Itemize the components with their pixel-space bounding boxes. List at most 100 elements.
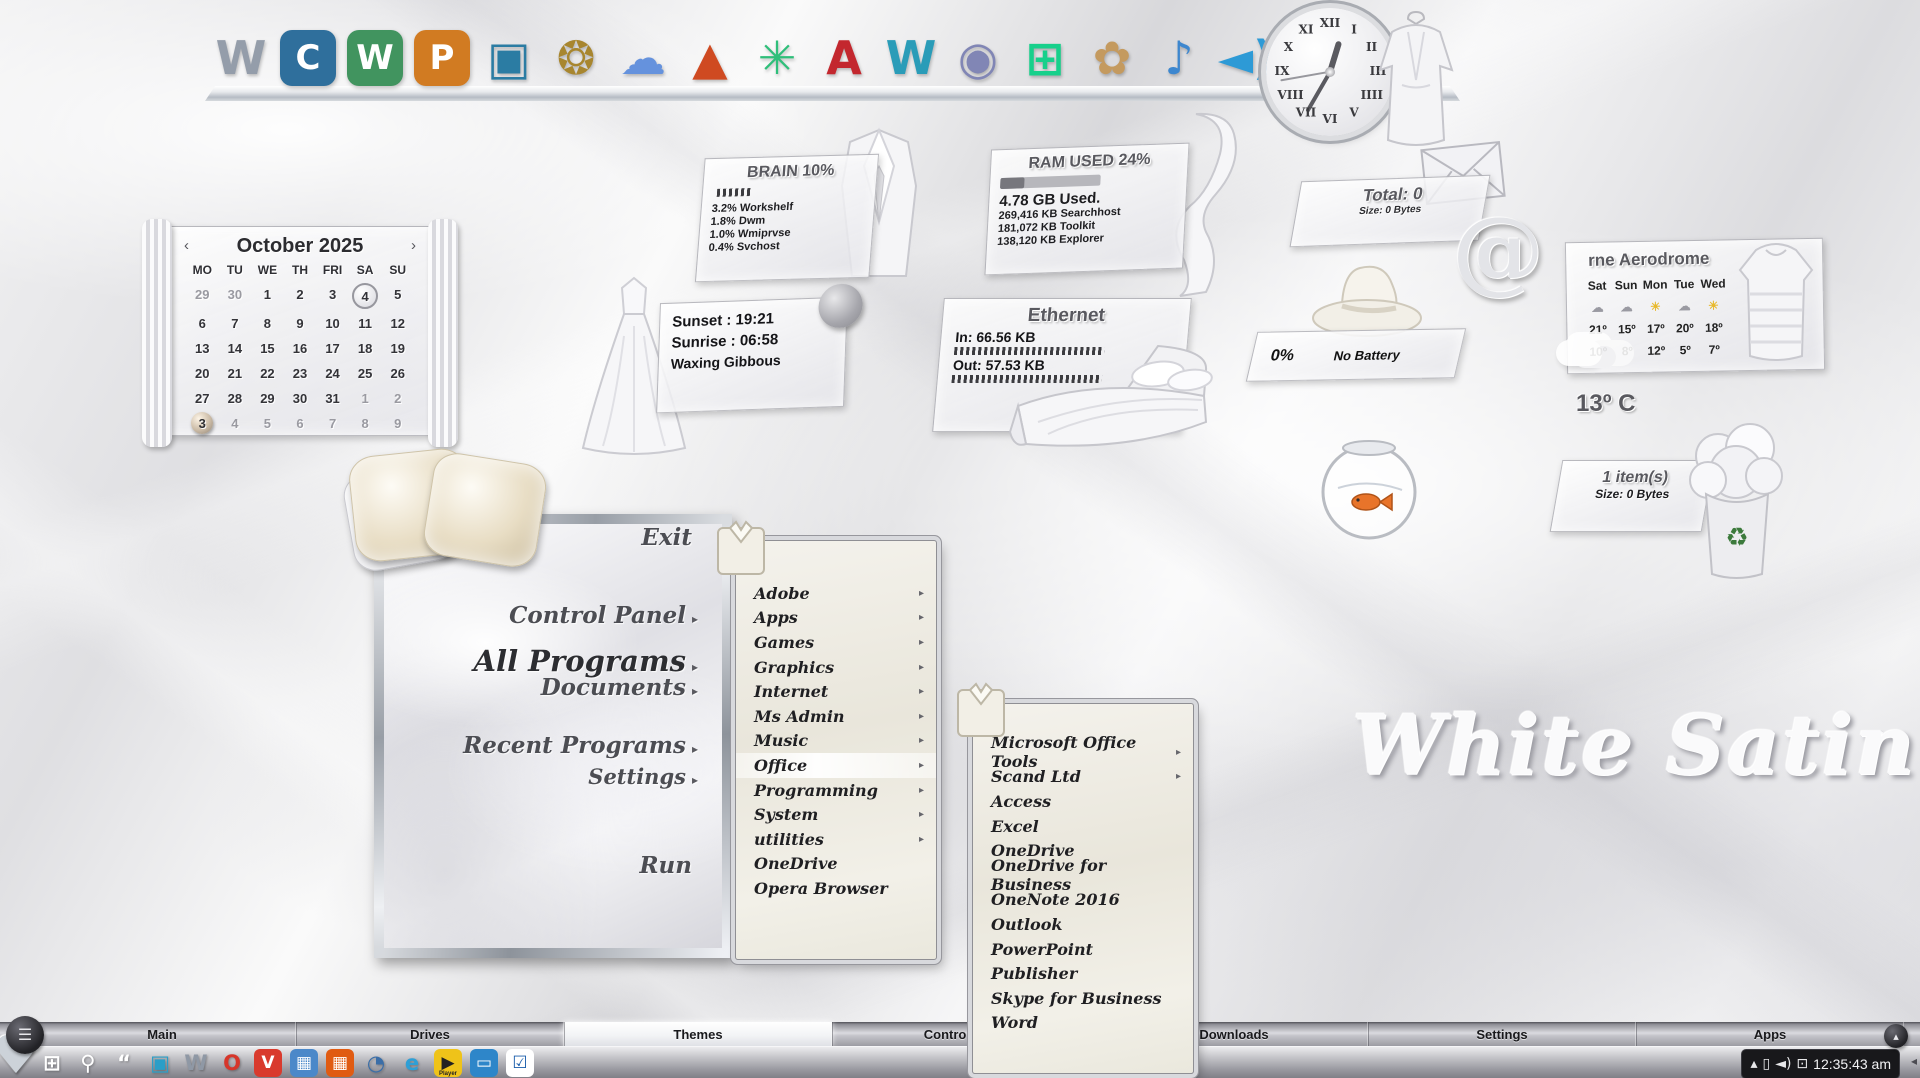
calendar-day[interactable]: 5 <box>381 283 414 305</box>
programs-menu-item[interactable]: Programming▸ <box>736 778 936 803</box>
desktop-tab[interactable]: Themes <box>564 1022 832 1046</box>
tray-icon[interactable]: ◄) <box>1775 1056 1791 1072</box>
start-menu-item[interactable]: Documents▸ <box>384 674 698 701</box>
calendar-day[interactable]: 16 <box>284 337 317 359</box>
taskbar-clock[interactable]: 12:35:43 am <box>1813 1056 1891 1072</box>
calendar-day[interactable]: 9 <box>381 412 414 434</box>
tab-menu-button[interactable]: ☰ <box>6 1016 44 1054</box>
dock-icon[interactable]: ✳ <box>749 30 805 86</box>
taskbar-icon[interactable]: “ <box>110 1049 138 1077</box>
programs-menu-item[interactable]: System▸ <box>736 802 936 827</box>
office-menu-item[interactable]: Excel <box>973 814 1193 839</box>
calendar-day[interactable]: 8 <box>349 412 382 434</box>
dock-icon[interactable]: ♪ <box>1151 30 1207 86</box>
tray-icon[interactable]: ⊡ <box>1796 1056 1808 1072</box>
dock-icon[interactable]: ☁ <box>615 30 671 86</box>
desktop-tab[interactable]: Drives <box>296 1022 564 1046</box>
office-menu-item[interactable]: Publisher <box>973 961 1193 986</box>
programs-menu-item[interactable]: Games▸ <box>736 630 936 655</box>
calendar-day[interactable]: 18 <box>349 337 382 359</box>
taskbar-icon[interactable]: ◔ <box>362 1049 390 1077</box>
calendar-day[interactable]: 17 <box>316 337 349 359</box>
dock-icon[interactable]: ⊞ <box>1017 30 1073 86</box>
calendar-day[interactable]: 2 <box>284 283 317 305</box>
dock-icon[interactable]: A <box>816 30 872 86</box>
calendar-day[interactable]: 6 <box>284 412 317 434</box>
calendar-day[interactable]: 23 <box>284 362 317 384</box>
tray-icon[interactable]: ▯ <box>1762 1056 1770 1072</box>
calendar-day[interactable]: 8 <box>251 312 284 334</box>
calendar-day[interactable]: 13 <box>186 337 219 359</box>
calendar-prev-icon[interactable]: ‹ <box>184 237 189 254</box>
calendar-day[interactable]: 24 <box>316 362 349 384</box>
tab-collapse-button[interactable]: ▴ <box>1884 1024 1908 1048</box>
tray-icon[interactable]: ▴ <box>1750 1056 1757 1072</box>
programs-menu-item[interactable]: Music▸ <box>736 729 936 754</box>
calendar-day[interactable]: 5 <box>251 412 284 434</box>
calendar-day[interactable]: 15 <box>251 337 284 359</box>
start-menu-item[interactable]: All Programs▸ <box>384 644 698 678</box>
programs-menu-item[interactable]: Office▸ <box>736 753 936 778</box>
calendar-day[interactable]: 4 <box>352 283 378 309</box>
dock-icon[interactable]: C <box>280 30 336 86</box>
programs-menu-item[interactable]: Apps▸ <box>736 606 936 631</box>
dock-icon[interactable]: ✿ <box>1084 30 1140 86</box>
desktop-tab[interactable]: Apps <box>1636 1022 1904 1046</box>
calendar-day[interactable]: 27 <box>186 387 219 409</box>
office-menu-item[interactable]: Outlook <box>973 912 1193 937</box>
calendar-day[interactable]: 19 <box>381 337 414 359</box>
calendar-day[interactable]: 28 <box>219 387 252 409</box>
calendar-day[interactable]: 7 <box>316 412 349 434</box>
taskbar-edge-arrow-icon[interactable]: ◂ <box>1911 1054 1917 1068</box>
office-menu-item[interactable]: Microsoft Office Tools▸ <box>973 740 1193 765</box>
calendar-day[interactable]: 9 <box>284 312 317 334</box>
calendar-day[interactable]: 12 <box>381 312 414 334</box>
office-menu-item[interactable]: Access <box>973 789 1193 814</box>
taskbar-icon[interactable]: O <box>218 1049 246 1077</box>
calendar-day[interactable]: 20 <box>186 362 219 384</box>
calendar-day[interactable]: 3 <box>191 412 213 434</box>
taskbar-icon[interactable]: ▶ Player <box>434 1049 462 1077</box>
dock-icon[interactable]: P <box>414 30 470 86</box>
taskbar-icon[interactable]: ▭ <box>470 1049 498 1077</box>
calendar-day[interactable]: 1 <box>251 283 284 305</box>
office-menu-item[interactable]: Skype for Business <box>973 986 1193 1011</box>
calendar-day[interactable]: 26 <box>381 362 414 384</box>
taskbar-icon[interactable]: e <box>398 1049 426 1077</box>
taskbar-icon[interactable]: ⚲ <box>74 1049 102 1077</box>
programs-menu-item[interactable]: Graphics▸ <box>736 655 936 680</box>
calendar-next-icon[interactable]: › <box>411 237 416 254</box>
dock-icon[interactable]: ▲ <box>682 30 738 86</box>
office-menu-item[interactable]: PowerPoint <box>973 937 1193 962</box>
taskbar-icon[interactable]: ▣ <box>146 1049 174 1077</box>
programs-menu-item[interactable]: Opera Browser <box>736 876 936 901</box>
calendar-day[interactable]: 22 <box>251 362 284 384</box>
dock-icon[interactable]: W <box>883 30 939 86</box>
taskbar-icon[interactable]: ▦ <box>290 1049 318 1077</box>
calendar-day[interactable]: 21 <box>219 362 252 384</box>
dock-icon[interactable]: ❂ <box>548 30 604 86</box>
calendar-day[interactable]: 10 <box>316 312 349 334</box>
desktop-tab[interactable]: Main <box>28 1022 296 1046</box>
dock-icon[interactable]: W <box>347 30 403 86</box>
calendar-day[interactable]: 1 <box>349 387 382 409</box>
calendar-day[interactable]: 6 <box>186 312 219 334</box>
taskbar-icon[interactable]: ☑ <box>506 1049 534 1077</box>
taskbar-icon[interactable]: ▦ <box>326 1049 354 1077</box>
start-menu-item[interactable]: Run <box>384 852 698 879</box>
calendar-day[interactable]: 14 <box>219 337 252 359</box>
programs-menu-item[interactable]: Internet▸ <box>736 679 936 704</box>
office-menu-item[interactable]: OneDrive for Business <box>973 863 1193 888</box>
desktop-tab[interactable]: Settings <box>1368 1022 1636 1046</box>
programs-menu-item[interactable]: Adobe▸ <box>736 581 936 606</box>
programs-menu-item[interactable]: OneDrive <box>736 852 936 877</box>
calendar-day[interactable]: 25 <box>349 362 382 384</box>
programs-menu-item[interactable]: utilities▸ <box>736 827 936 852</box>
start-menu-item[interactable]: Recent Programs▸ <box>384 732 698 759</box>
calendar-day[interactable]: 29 <box>251 387 284 409</box>
calendar-day[interactable]: 30 <box>219 283 252 305</box>
start-menu-item[interactable]: Settings▸ <box>384 764 698 789</box>
calendar-day[interactable]: 30 <box>284 387 317 409</box>
calendar-day[interactable]: 11 <box>349 312 382 334</box>
calendar-day[interactable]: 31 <box>316 387 349 409</box>
